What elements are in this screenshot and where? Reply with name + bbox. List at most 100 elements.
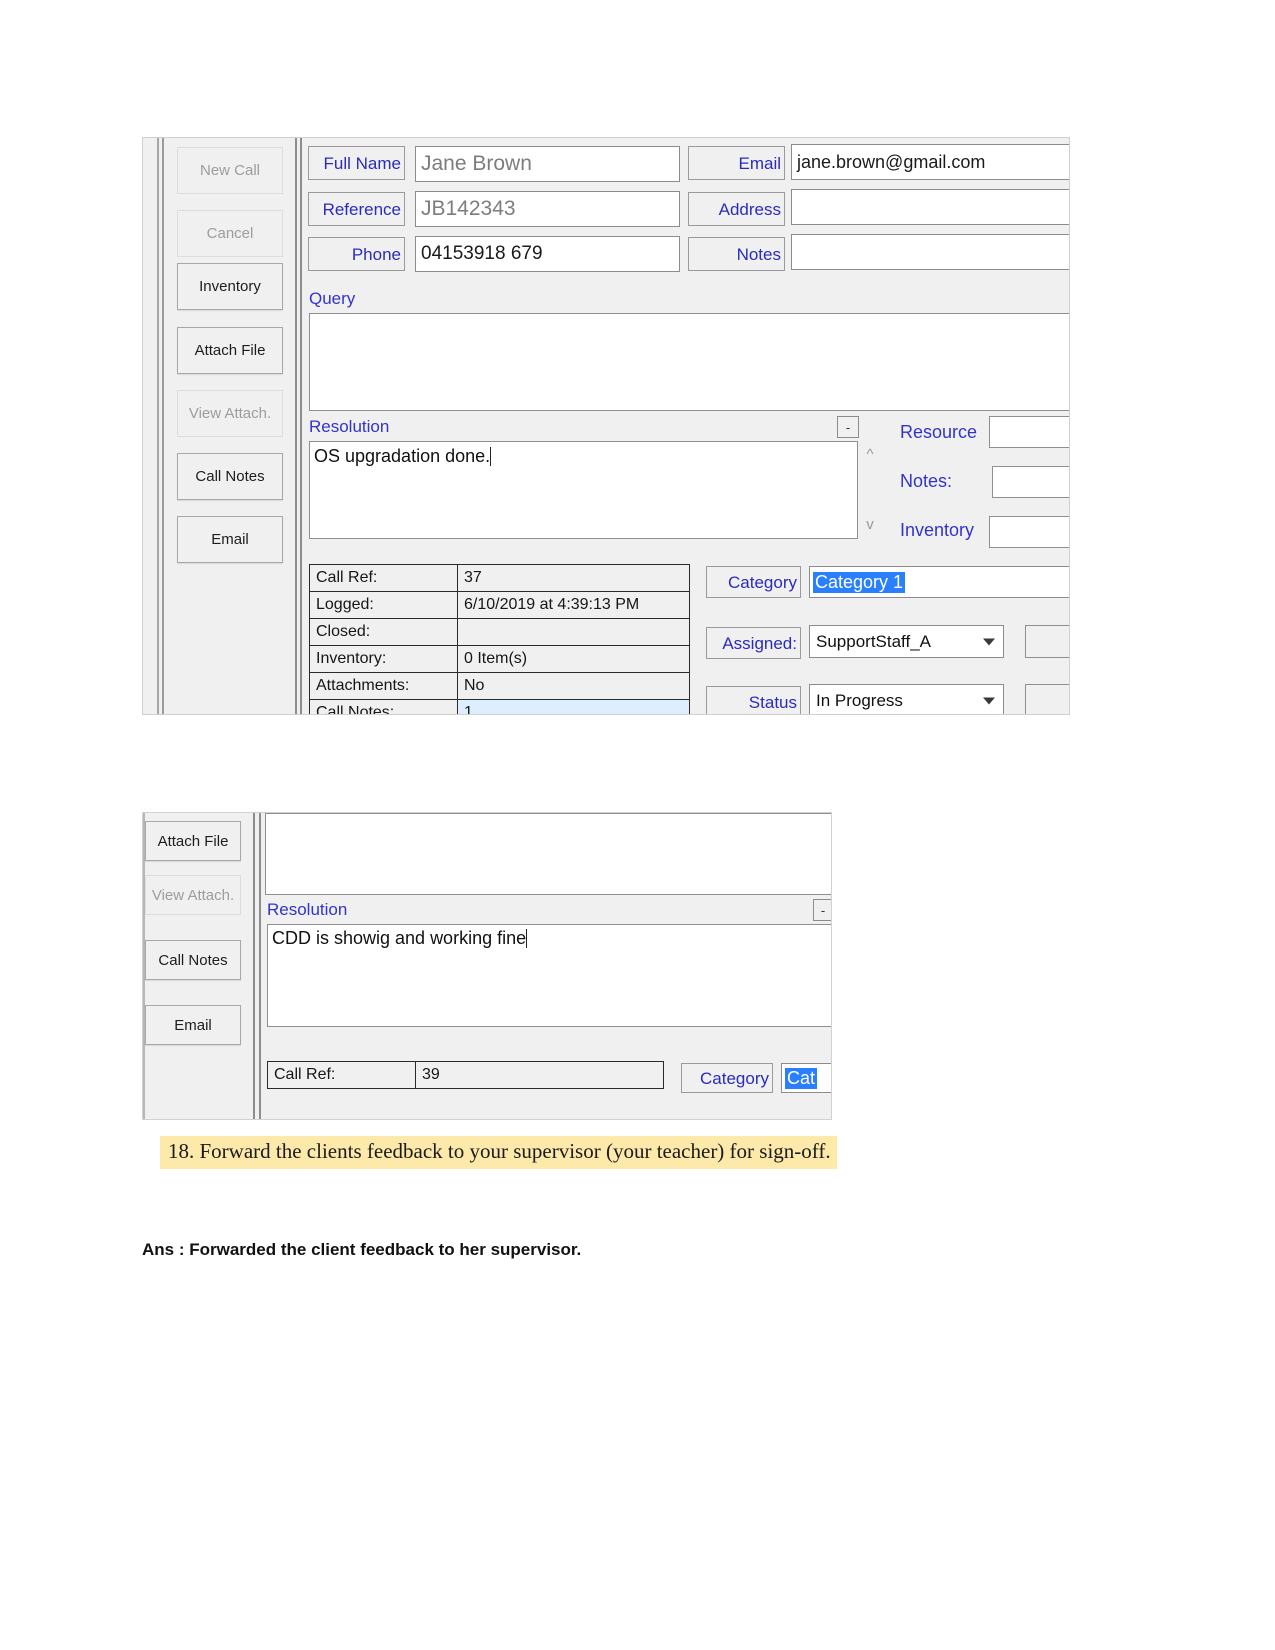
reference-value: JB142343 [421,197,516,220]
document-page: New Call Cancel Inventory Attach File Vi… [0,0,1275,1650]
sidebar-button-attach-file-2-label: Attach File [157,832,229,850]
sidebar-button-email[interactable]: Email [177,516,283,563]
sidebar-button-inventory-label: Inventory [199,278,261,295]
sidebar-button-call-notes-2[interactable]: Call Notes [145,940,241,980]
resolution-spinner-button-2[interactable]: - [813,899,831,921]
reference-label-text: Reference [322,199,401,219]
query-caption-text: Query [309,289,356,308]
call-ref-key-2: Call Ref: [267,1061,416,1089]
category-input[interactable]: Category 1 [809,566,1069,598]
sidebar-button-view-attach[interactable]: View Attach. [177,390,283,437]
table-row: Call Ref: 37 [309,564,690,592]
email-input[interactable]: jane.brown@gmail.com [791,144,1069,180]
window-left-rail-2 [162,138,164,714]
call-ref-value: 37 [457,564,690,592]
sidebar-button-inventory[interactable]: Inventory [177,263,283,310]
chevron-down-icon[interactable] [983,697,995,704]
resolution-scroll-up-icon[interactable]: ^ [861,446,879,463]
sidebar-button-view-attach-2-label: View Attach. [151,886,235,904]
category-label-2-text: Category [700,1068,769,1088]
status-label: Status [706,686,801,714]
text-caret [490,447,492,466]
resolution-textarea[interactable]: OS upgradation done. [309,441,858,539]
right-inventory-input[interactable] [989,516,1069,548]
email-label: Email [688,146,785,180]
sidebar-button-attach-file-label: Attach File [194,342,266,359]
instruction-highlighted-line: 18. Forward the clients feedback to your… [160,1136,837,1169]
logged-key: Logged: [309,591,458,619]
category-value: Category 1 [813,571,906,593]
chevron-down-icon[interactable] [983,638,995,645]
call-notes-value: 1 [457,699,690,714]
table-row: Inventory: 0 Item(s) [309,645,690,673]
inventory-value: 0 Item(s) [457,645,690,673]
reference-input[interactable]: JB142343 [415,191,680,227]
status-extra-button[interactable] [1025,684,1069,714]
table-row: Call Notes: 1 [309,699,690,714]
resolution-value-2: CDD is showig and working fine [272,928,527,948]
sidebar-button-attach-file[interactable]: Attach File [177,327,283,374]
sidebar-button-call-notes-2-label: Call Notes [158,951,228,969]
right-inventory-label: Inventory [900,521,974,539]
notes-input[interactable] [791,234,1069,270]
right-notes-label: Notes: [900,472,952,490]
table-row: Attachments: No [309,672,690,700]
right-notes-input[interactable] [992,466,1069,498]
resolution-spinner-2-label: - [820,902,826,918]
notes-label: Notes [688,237,785,271]
category-label: Category [706,566,801,598]
sidebar-button-cancel-label: Cancel [206,225,254,242]
sidebar-divider [295,138,297,714]
table-row: Call Ref: 39 [267,1061,664,1089]
full-name-value: Jane Brown [421,152,532,175]
assigned-extra-button[interactable] [1025,625,1069,658]
window-left-rail [157,138,159,714]
resource-input[interactable] [989,416,1069,448]
assigned-label-text: Assigned: [722,633,797,653]
sidebar-button-call-notes[interactable]: Call Notes [177,453,283,500]
assigned-dropdown[interactable]: SupportStaff_A [809,625,1004,658]
address-label: Address [688,192,785,226]
resolution-caption-2-text: Resolution [267,900,348,919]
right-inventory-label-text: Inventory [900,520,975,540]
status-dropdown[interactable]: In Progress [809,684,1004,714]
phone-label-text: Phone [351,244,401,264]
logged-value: 6/10/2019 at 4:39:13 PM [457,591,690,619]
address-label-text: Address [718,199,781,219]
call-ref-value-2: 39 [415,1061,664,1089]
resolution-caption: Resolution [309,418,389,435]
closed-key: Closed: [309,618,458,646]
resolution-caption-text: Resolution [309,417,390,436]
resolution-spinner-button[interactable]: - [837,416,859,438]
query-caption: Query [309,290,355,307]
query-textarea-2[interactable] [265,813,831,895]
address-input[interactable] [791,189,1069,225]
inventory-key: Inventory: [309,645,458,673]
category-input-2[interactable]: Cat [781,1063,831,1093]
sidebar-button-new-call[interactable]: New Call [177,147,283,194]
full-name-input[interactable]: Jane Brown [415,146,680,182]
answer-line: Ans : Forwarded the client feedback to h… [142,1240,581,1260]
sidebar-button-attach-file-2[interactable]: Attach File [145,821,241,861]
sidebar-button-view-attach-2[interactable]: View Attach. [145,875,241,915]
resolution-textarea-2[interactable]: CDD is showig and working fine [267,924,831,1027]
attachments-key: Attachments: [309,672,458,700]
sidebar-button-email-2[interactable]: Email [145,1005,241,1045]
full-name-label-text: Full Name [323,153,401,173]
answer-text: Ans : Forwarded the client feedback to h… [142,1240,582,1259]
closed-value [457,618,690,646]
full-name-label: Full Name [308,146,405,180]
assigned-label: Assigned: [706,627,801,659]
sidebar-divider-b2 [259,813,261,1119]
category-label-text: Category [728,572,797,592]
table-row: Closed: [309,618,690,646]
resolution-scroll-down-icon[interactable]: v [861,516,879,533]
resolution-caption-2: Resolution [267,901,347,918]
notes-label-text: Notes [736,244,781,264]
sidebar-button-view-attach-label: View Attach. [188,405,272,422]
query-textarea[interactable] [309,313,1069,411]
sidebar-button-cancel[interactable]: Cancel [177,210,283,257]
phone-input[interactable]: 04153918 679 [415,236,680,272]
category-value-2: Cat [785,1067,818,1089]
sidebar-button-call-notes-label: Call Notes [195,468,265,485]
